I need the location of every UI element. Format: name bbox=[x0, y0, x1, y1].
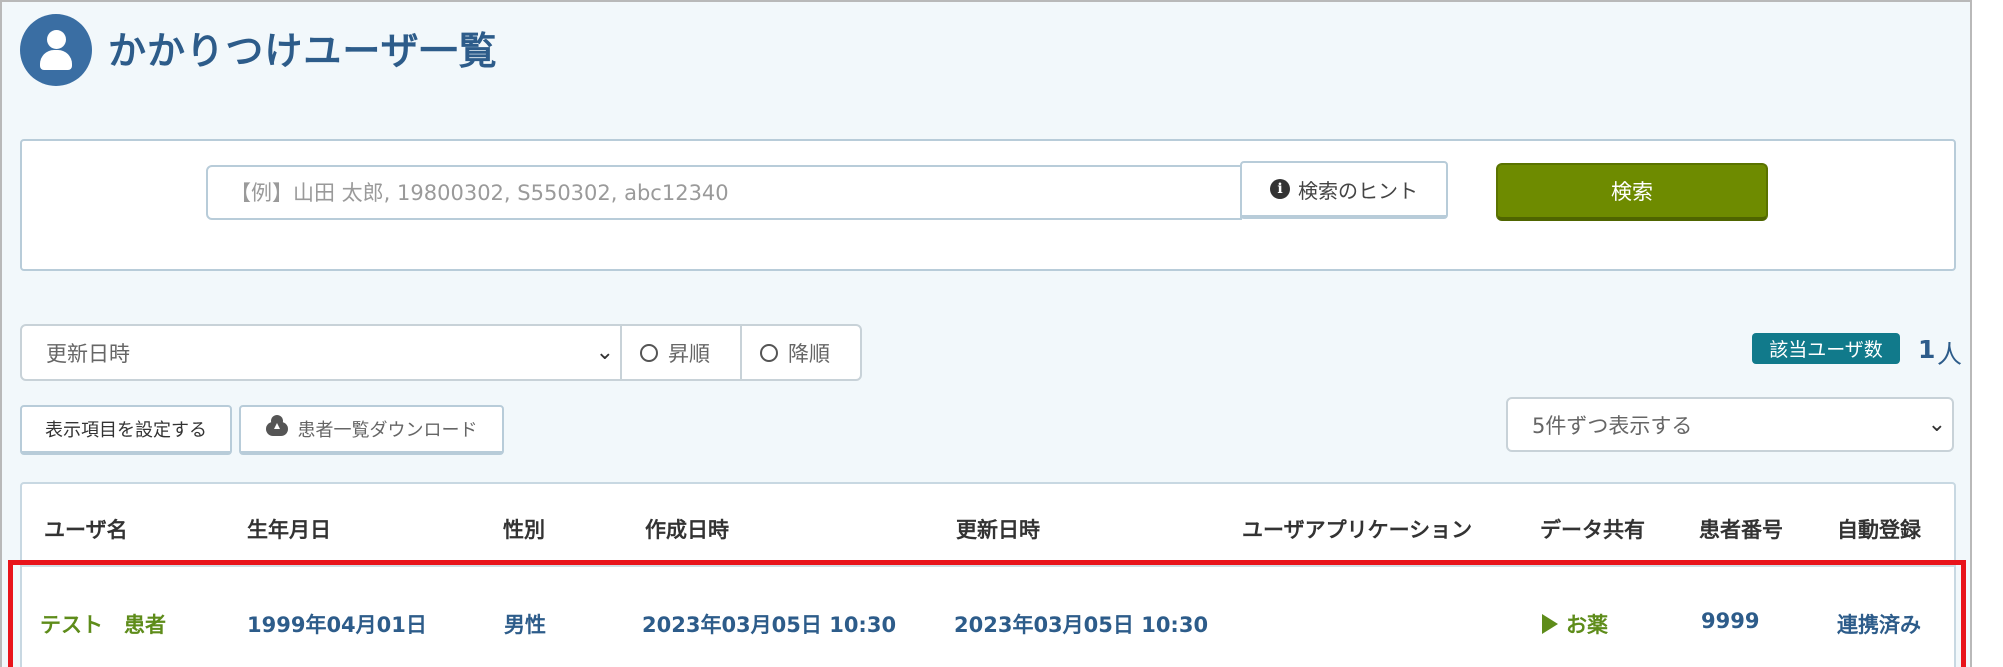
page-title: かかりつけユーザ一覧 bbox=[108, 29, 498, 73]
search-hint-label: 検索のヒント bbox=[1298, 178, 1418, 203]
user-count-badge: 該当ユーザ数 bbox=[1752, 333, 1900, 364]
search-hint-button[interactable]: i 検索のヒント bbox=[1240, 161, 1448, 219]
sort-desc-radio[interactable]: 降順 bbox=[740, 324, 862, 381]
search-button[interactable]: 検索 bbox=[1496, 163, 1768, 221]
column-header-birth[interactable]: 生年月日 bbox=[247, 514, 331, 544]
search-input[interactable] bbox=[206, 165, 1242, 220]
column-header-updated[interactable]: 更新日時 bbox=[956, 514, 1040, 544]
user-count-unit: 人 bbox=[1937, 340, 1963, 369]
sort-field-value: 更新日時 bbox=[46, 341, 130, 366]
radio-circle-icon bbox=[640, 343, 658, 362]
user-icon bbox=[20, 14, 92, 86]
sort-desc-label: 降順 bbox=[788, 341, 830, 366]
page-size-select[interactable]: 5件ずつ表示する ⌄ bbox=[1506, 397, 1954, 452]
user-count-value: 1 bbox=[1918, 335, 1936, 364]
chevron-down-icon: ⌄ bbox=[1927, 412, 1946, 437]
column-header-name[interactable]: ユーザ名 bbox=[44, 514, 128, 544]
cloud-download-icon bbox=[265, 415, 288, 436]
sort-asc-radio[interactable]: 昇順 bbox=[620, 324, 742, 381]
search-panel: i 検索のヒント 検索 bbox=[20, 139, 1956, 271]
download-label: 患者一覧ダウンロード bbox=[297, 420, 478, 441]
display-settings-button[interactable]: 表示項目を設定する bbox=[20, 405, 232, 455]
column-header-patient-no[interactable]: 患者番号 bbox=[1699, 514, 1783, 544]
patient-list-download-button[interactable]: 患者一覧ダウンロード bbox=[239, 405, 504, 455]
column-header-created[interactable]: 作成日時 bbox=[645, 514, 729, 544]
column-header-auto-reg[interactable]: 自動登録 bbox=[1837, 514, 1921, 544]
page-size-value: 5件ずつ表示する bbox=[1532, 413, 1693, 438]
chevron-down-icon: ⌄ bbox=[595, 340, 614, 365]
column-header-app[interactable]: ユーザアプリケーション bbox=[1242, 514, 1472, 544]
sort-field-select[interactable]: 更新日時 ⌄ bbox=[20, 324, 622, 381]
column-header-share[interactable]: データ共有 bbox=[1540, 514, 1645, 544]
column-header-gender[interactable]: 性別 bbox=[503, 514, 545, 544]
highlight-box bbox=[8, 560, 1966, 667]
sort-asc-label: 昇順 bbox=[668, 341, 710, 366]
info-icon: i bbox=[1270, 179, 1290, 199]
radio-circle-icon bbox=[760, 343, 778, 362]
